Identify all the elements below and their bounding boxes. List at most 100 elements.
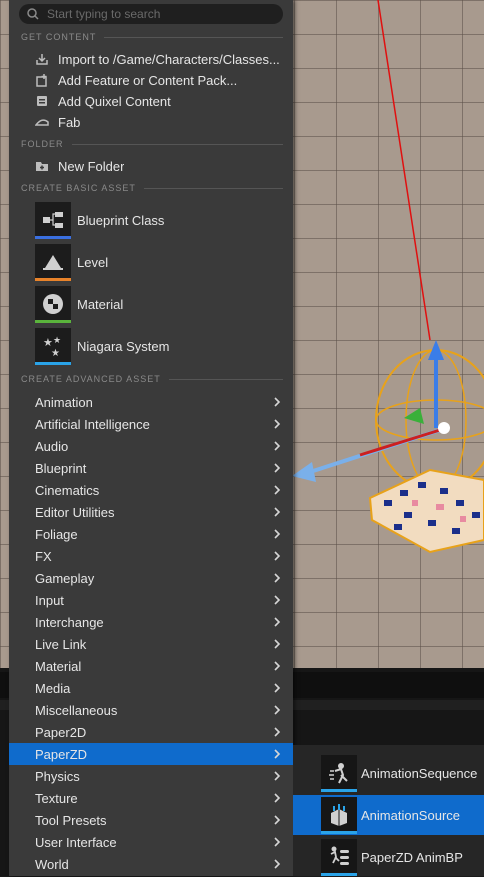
advanced-asset-world[interactable]: World — [9, 853, 293, 875]
chevron-right-icon — [273, 551, 283, 561]
advanced-asset-label: Editor Utilities — [35, 504, 115, 520]
advanced-asset-fx[interactable]: FX — [9, 545, 293, 567]
submenu-item-animation-sequence[interactable]: AnimationSequence — [293, 753, 484, 793]
advanced-asset-label: Live Link — [35, 636, 87, 652]
search-box[interactable] — [19, 4, 283, 24]
section-get-content: GET CONTENT — [21, 32, 283, 42]
submenu-item-label: PaperZD AnimBP — [361, 849, 463, 865]
section-create-advanced-asset: CREATE ADVANCED ASSET — [21, 374, 283, 384]
advanced-asset-label: Animation — [35, 394, 93, 410]
basic-asset-label: Level — [77, 254, 109, 270]
menu-item-label: Import to /Game/Characters/Classes... — [58, 51, 280, 67]
chevron-right-icon — [273, 727, 283, 737]
advanced-asset-label: Texture — [35, 790, 78, 806]
content-pack-icon — [34, 72, 50, 88]
advanced-asset-gameplay[interactable]: Gameplay — [9, 567, 293, 589]
basic-asset-label: Niagara System — [77, 338, 170, 354]
search-icon — [27, 8, 39, 20]
advanced-asset-user-interface[interactable]: User Interface — [9, 831, 293, 853]
advanced-asset-blueprint[interactable]: Blueprint — [9, 457, 293, 479]
basic-asset-niagara-system[interactable]: ★ ★ ★ Niagara System — [35, 326, 285, 366]
chevron-right-icon — [273, 397, 283, 407]
menu-item-add-feature[interactable]: Add Feature or Content Pack... — [34, 69, 284, 91]
paperzd-animbp-icon — [321, 839, 357, 876]
advanced-asset-label: World — [35, 856, 69, 872]
niagara-icon: ★ ★ ★ — [35, 328, 71, 365]
menu-item-label: Add Feature or Content Pack... — [58, 72, 238, 88]
advanced-asset-label: User Interface — [35, 834, 117, 850]
advanced-asset-label: Input — [35, 592, 64, 608]
advanced-asset-label: Audio — [35, 438, 69, 454]
advanced-asset-physics[interactable]: Physics — [9, 765, 293, 787]
menu-item-new-folder[interactable]: New Folder — [34, 155, 284, 177]
new-folder-icon — [34, 158, 50, 174]
chevron-right-icon — [273, 705, 283, 715]
menu-item-quixel[interactable]: Add Quixel Content — [34, 90, 284, 112]
menu-item-fab[interactable]: Fab — [34, 111, 284, 133]
advanced-asset-label: Tool Presets — [35, 812, 107, 828]
advanced-asset-interchange[interactable]: Interchange — [9, 611, 293, 633]
advanced-asset-input[interactable]: Input — [9, 589, 293, 611]
advanced-asset-media[interactable]: Media — [9, 677, 293, 699]
basic-asset-label: Blueprint Class — [77, 212, 165, 228]
submenu-item-animation-source[interactable]: AnimationSource — [293, 795, 484, 835]
menu-item-import[interactable]: Import to /Game/Characters/Classes... — [34, 48, 284, 70]
advanced-asset-live-link[interactable]: Live Link — [9, 633, 293, 655]
paperzd-submenu: AnimationSequence AnimationSource PaperZ… — [293, 745, 484, 876]
basic-asset-material[interactable]: Material — [35, 284, 285, 324]
chevron-right-icon — [273, 749, 283, 759]
chevron-right-icon — [273, 617, 283, 627]
advanced-asset-paper2d[interactable]: Paper2D — [9, 721, 293, 743]
quixel-icon — [34, 93, 50, 109]
advanced-asset-label: Media — [35, 680, 71, 696]
advanced-asset-label: Gameplay — [35, 570, 95, 586]
basic-asset-label: Material — [77, 296, 124, 312]
chevron-right-icon — [273, 859, 283, 869]
basic-asset-blueprint-class[interactable]: Blueprint Class — [35, 200, 285, 240]
import-icon — [34, 51, 50, 67]
chevron-right-icon — [273, 595, 283, 605]
submenu-item-paperzd-animbp[interactable]: PaperZD AnimBP — [293, 837, 484, 877]
chevron-right-icon — [273, 837, 283, 847]
advanced-asset-material[interactable]: Material — [9, 655, 293, 677]
chevron-right-icon — [273, 771, 283, 781]
submenu-item-label: AnimationSequence — [361, 765, 478, 781]
chevron-right-icon — [273, 683, 283, 693]
menu-item-label: New Folder — [58, 158, 125, 174]
section-create-basic-asset: CREATE BASIC ASSET — [21, 183, 283, 193]
advanced-asset-cinematics[interactable]: Cinematics — [9, 479, 293, 501]
animation-sequence-icon — [321, 755, 357, 792]
advanced-asset-editor-utilities[interactable]: Editor Utilities — [9, 501, 293, 523]
advanced-asset-tool-presets[interactable]: Tool Presets — [9, 809, 293, 831]
advanced-asset-label: Cinematics — [35, 482, 100, 498]
advanced-asset-label: Foliage — [35, 526, 78, 542]
chevron-right-icon — [273, 419, 283, 429]
advanced-asset-label: FX — [35, 548, 52, 564]
advanced-asset-label: Miscellaneous — [35, 702, 118, 718]
advanced-asset-animation[interactable]: Animation — [9, 391, 293, 413]
advanced-asset-texture[interactable]: Texture — [9, 787, 293, 809]
svg-text:★: ★ — [51, 348, 60, 358]
advanced-asset-artificial-intelligence[interactable]: Artificial Intelligence — [9, 413, 293, 435]
material-icon — [35, 286, 71, 323]
advanced-asset-miscellaneous[interactable]: Miscellaneous — [9, 699, 293, 721]
chevron-right-icon — [273, 573, 283, 583]
level-icon — [35, 244, 71, 281]
advanced-asset-foliage[interactable]: Foliage — [9, 523, 293, 545]
advanced-asset-label: Material — [35, 658, 82, 674]
advanced-asset-label: Blueprint — [35, 460, 87, 476]
section-folder: FOLDER — [21, 139, 283, 149]
advanced-asset-label: Physics — [35, 768, 80, 784]
chevron-right-icon — [273, 639, 283, 649]
chevron-right-icon — [273, 485, 283, 495]
advanced-asset-label: PaperZD — [35, 746, 88, 762]
advanced-asset-audio[interactable]: Audio — [9, 435, 293, 457]
basic-asset-level[interactable]: Level — [35, 242, 285, 282]
search-input[interactable] — [45, 6, 269, 22]
submenu-item-label: AnimationSource — [361, 807, 460, 823]
chevron-right-icon — [273, 661, 283, 671]
blueprint-class-icon — [35, 202, 71, 239]
menu-item-label: Add Quixel Content — [58, 93, 171, 109]
animation-source-icon — [321, 797, 357, 834]
advanced-asset-paperzd[interactable]: PaperZD — [9, 743, 293, 765]
